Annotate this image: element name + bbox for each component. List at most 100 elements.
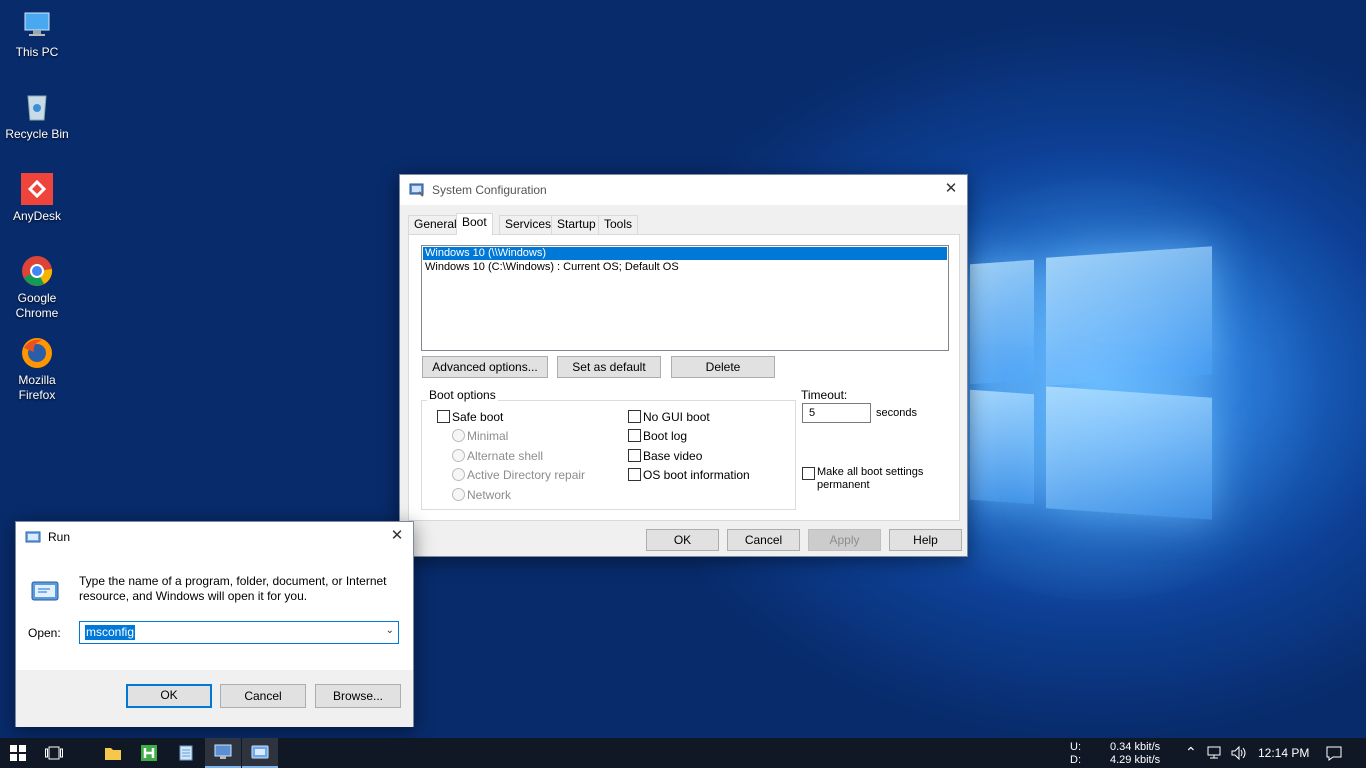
chrome-icon [20,254,54,288]
list-item: Windows 10 (\\Windows) [425,247,547,259]
msconfig-icon [214,744,232,759]
make-permanent-checkbox[interactable] [802,467,815,480]
ok-button[interactable]: OK [126,684,212,708]
tab-boot[interactable]: Boot [456,213,493,235]
desktop-icon-anydesk[interactable]: AnyDesk [4,172,70,224]
close-icon[interactable]: ✕ [389,528,405,544]
close-icon[interactable]: ✕ [943,181,959,197]
notepad-icon [179,745,193,761]
no-gui-boot-checkbox[interactable] [628,410,641,423]
tab-tools[interactable]: Tools [598,215,639,234]
wallpaper-logo-pane [970,389,1034,505]
desktop-icon-this-pc[interactable]: This PC [4,8,70,60]
chevron-up-icon[interactable]: ⌃ [1185,744,1197,761]
boot-options-label: Boot options [427,388,498,402]
make-permanent-label[interactable]: Make all boot settings [817,466,923,478]
anydesk-icon [20,172,54,206]
safe-boot-checkbox[interactable] [437,410,450,423]
run-dialog: Run ✕ Type the name of a program, folder… [15,521,414,727]
boot-log-label[interactable]: Boot log [643,429,687,443]
desktop-icon-label: Mozilla Firefox [18,373,56,402]
no-gui-boot-label[interactable]: No GUI boot [643,410,710,424]
make-permanent-label-line2: permanent [817,479,870,491]
desktop-icon-label: Recycle Bin [5,127,69,141]
open-input-value[interactable]: msconfig [85,625,136,640]
desktop-icon-firefox[interactable]: Mozilla Firefox [4,336,70,403]
tab-general[interactable]: General [408,215,463,234]
set-as-default-button[interactable]: Set as default [557,356,661,378]
network-icon[interactable] [1207,745,1225,764]
boot-tab-panel: Windows 10 (\\Windows) Windows 10 (C:\Wi… [408,234,960,521]
task-view-button[interactable] [36,738,72,768]
task-view-icon [45,746,63,760]
net-up-label: U: [1070,741,1081,753]
os-list[interactable]: Windows 10 (\\Windows) Windows 10 (C:\Wi… [421,245,949,351]
ad-repair-radio [452,468,465,481]
open-label: Open: [28,626,61,640]
action-center-icon[interactable] [1325,745,1343,764]
chevron-down-icon[interactable]: ⌄ [386,625,394,636]
alternate-shell-radio [452,449,465,462]
os-boot-info-label[interactable]: OS boot information [643,468,750,482]
tab-startup[interactable]: Startup [551,215,602,234]
os-list-item[interactable]: Windows 10 (C:\Windows) : Current OS; De… [423,261,947,274]
title-bar[interactable]: Run ✕ [16,522,413,552]
desktop-icon-chrome[interactable]: Google Chrome [4,254,70,321]
timeout-unit: seconds [876,407,917,419]
minimal-label: Minimal [467,429,509,443]
boot-log-checkbox[interactable] [628,429,641,442]
title-bar[interactable]: System Configuration ✕ [400,175,967,205]
taskbar-file-explorer[interactable] [95,738,131,768]
tab-services[interactable]: Services [499,215,558,234]
advanced-options-button[interactable]: Advanced options... [422,356,548,378]
timeout-value: 5 [809,407,816,419]
desktop-icon-label: Google Chrome [15,291,59,320]
window-title: System Configuration [432,183,547,197]
firefox-icon [20,336,54,370]
taskbar-app-h[interactable] [131,738,167,768]
net-down-label: D: [1070,754,1081,766]
system-configuration-window: System Configuration ✕ General Boot Serv… [399,174,968,557]
green-h-icon [141,745,157,761]
ok-button[interactable]: OK [646,529,719,551]
recycle-bin-icon [20,90,54,124]
os-boot-info-checkbox[interactable] [628,468,641,481]
alternate-shell-label: Alternate shell [467,449,544,463]
folder-icon [105,748,121,760]
taskbar: U: D: 0.34 kbit/s 4.29 kbit/s ⌃ 12:14 PM [0,738,1366,768]
net-up-value: 0.34 kbit/s [1110,741,1161,753]
desktop-icon-label: This PC [15,45,59,59]
volume-icon[interactable] [1230,745,1248,764]
os-list-item-selected[interactable]: Windows 10 (\\Windows) [423,247,947,260]
browse-button[interactable]: Browse... [315,684,401,708]
base-video-checkbox[interactable] [628,449,641,462]
cancel-button[interactable]: Cancel [727,529,800,551]
apply-button[interactable]: Apply [808,529,881,551]
open-combobox[interactable]: msconfig ⌄ [79,621,399,644]
taskbar-system-config[interactable] [205,738,241,768]
base-video-label[interactable]: Base video [643,449,702,463]
start-button[interactable] [0,738,36,768]
minimal-radio [452,429,465,442]
help-button[interactable]: Help [889,529,962,551]
run-description-line2: resource, and Windows will open it for y… [79,589,308,603]
cancel-button[interactable]: Cancel [220,684,306,708]
run-icon [25,529,41,545]
ad-repair-label: Active Directory repair [467,468,586,482]
desktop-icon-label: AnyDesk [12,209,62,223]
safe-boot-label[interactable]: Safe boot [452,410,503,424]
timeout-label: Timeout: [801,388,848,402]
msconfig-icon [409,182,425,198]
timeout-input[interactable]: 5 [802,403,871,423]
network-radio [452,488,465,501]
desktop-icon-recycle-bin[interactable]: Recycle Bin [4,90,70,142]
clock[interactable]: 12:14 PM [1258,746,1309,760]
wallpaper-logo-pane [1046,246,1212,386]
wallpaper-logo-pane [970,259,1034,385]
taskbar-notepad[interactable] [168,738,204,768]
run-icon [251,745,269,759]
delete-button[interactable]: Delete [671,356,775,378]
taskbar-run[interactable] [242,738,278,768]
list-item: Windows 10 (C:\Windows) : Current OS; De… [425,261,679,273]
computer-icon [20,8,54,42]
